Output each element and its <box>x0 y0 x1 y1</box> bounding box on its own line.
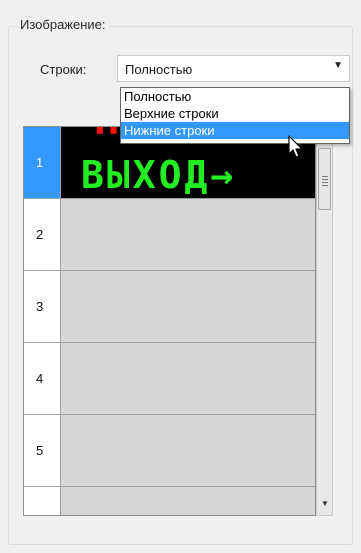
table-row[interactable]: 5 <box>24 415 315 487</box>
row-number: 4 <box>36 371 44 386</box>
rows-dropdown-list[interactable]: Полностью Верхние строки Нижние строки <box>120 87 350 144</box>
mouse-pointer-icon <box>288 135 303 158</box>
rows-combobox[interactable]: Полностью ▼ <box>117 55 350 82</box>
empty-cell[interactable] <box>61 487 315 515</box>
option-top-rows[interactable]: Верхние строки <box>121 105 349 122</box>
rows-label: Строки: <box>40 62 87 77</box>
led-bottom-text: ВЫХОД→ <box>81 153 237 197</box>
table-row[interactable]: 3 <box>24 271 315 343</box>
row-number: 1 <box>36 155 44 170</box>
lines-grid[interactable]: 1 ПОЖАР ВЫХОД→ 2 3 4 5 <box>23 126 316 516</box>
row-header[interactable] <box>24 487 61 515</box>
grip-icon <box>322 176 328 188</box>
table-row[interactable] <box>24 487 315 515</box>
option-full[interactable]: Полностью <box>121 88 349 105</box>
option-bottom-rows[interactable]: Нижние строки <box>121 122 349 139</box>
row-number: 2 <box>36 227 44 242</box>
row-header[interactable]: 4 <box>24 343 61 415</box>
group-title: Изображение: <box>17 17 109 32</box>
row-number: 3 <box>36 299 44 314</box>
row-number: 5 <box>36 443 44 458</box>
empty-cell[interactable] <box>61 343 315 415</box>
empty-cell[interactable] <box>61 415 315 487</box>
empty-cell[interactable] <box>61 199 315 271</box>
row-header[interactable]: 3 <box>24 271 61 343</box>
row-header[interactable]: 5 <box>24 415 61 487</box>
rows-combobox-value: Полностью <box>125 62 193 77</box>
scroll-down-icon[interactable]: ▼ <box>321 499 329 508</box>
vertical-scrollbar[interactable]: ▲ ▼ <box>316 126 333 516</box>
scroll-thumb[interactable] <box>318 148 331 210</box>
row-header[interactable]: 1 <box>24 127 61 199</box>
table-row[interactable]: 4 <box>24 343 315 415</box>
empty-cell[interactable] <box>61 271 315 343</box>
chevron-down-icon[interactable]: ▼ <box>333 60 343 71</box>
row-header[interactable]: 2 <box>24 199 61 271</box>
table-row[interactable]: 2 <box>24 199 315 271</box>
